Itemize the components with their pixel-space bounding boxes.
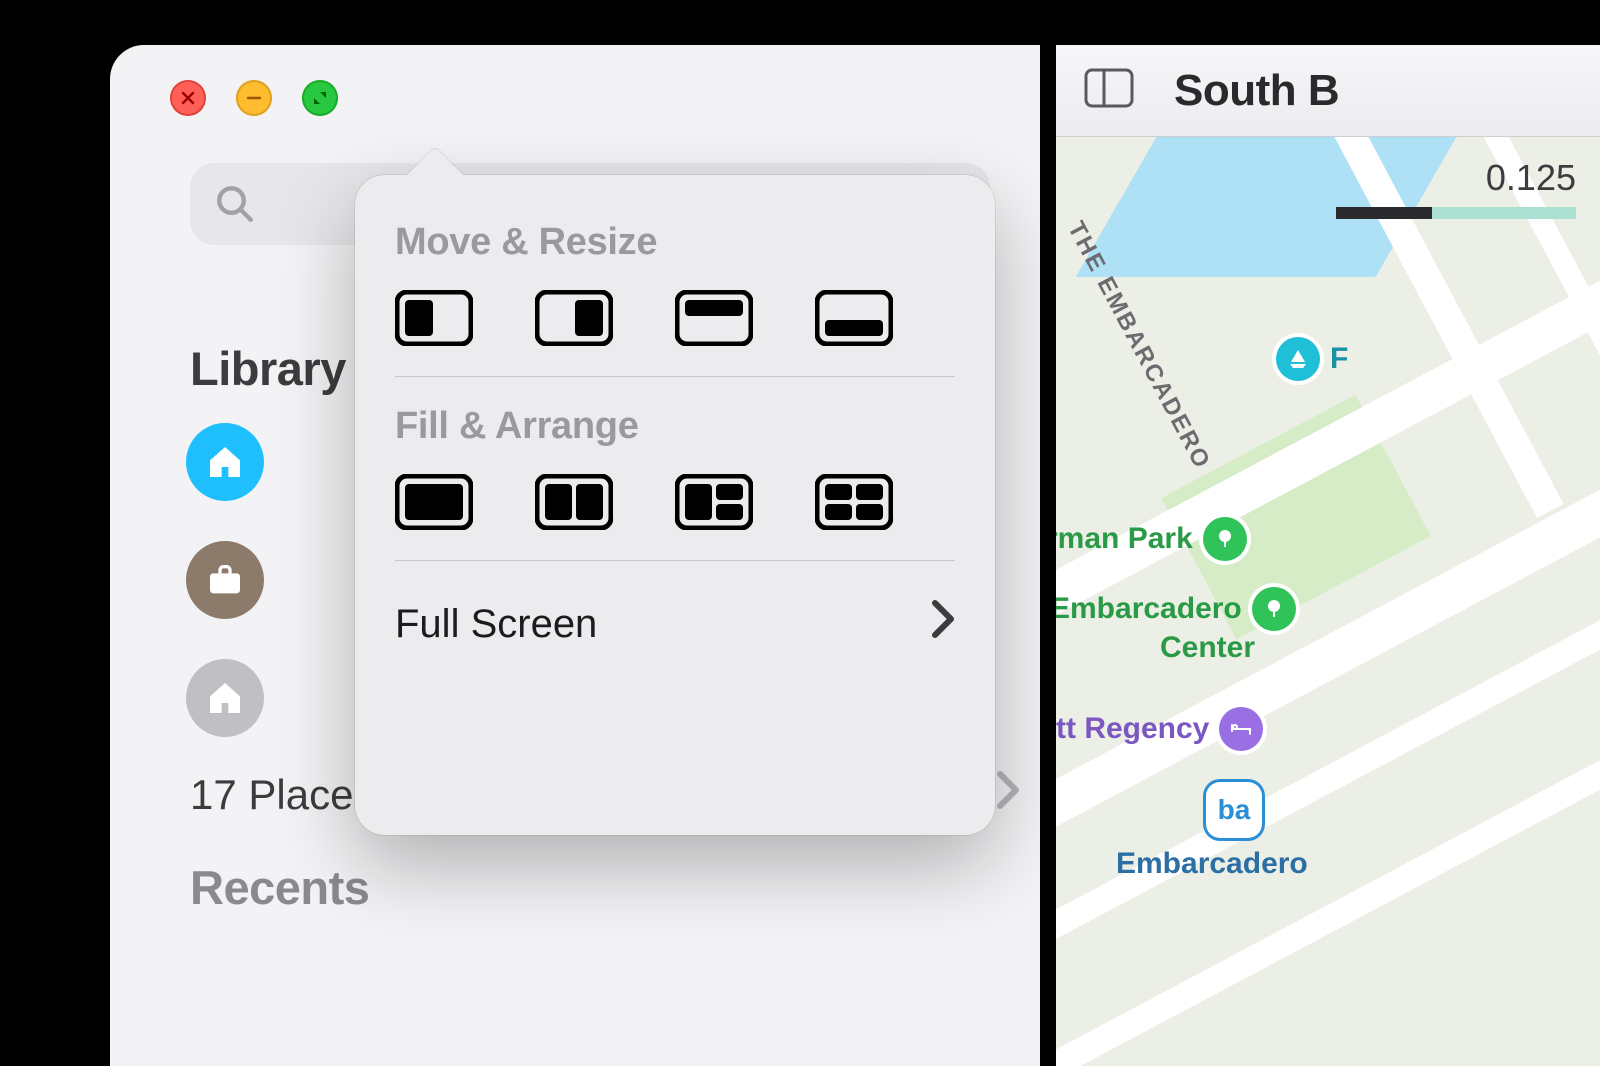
scale-value: 0.125 [1336,157,1576,199]
fill-arrange-row [395,474,955,530]
chevron-right-icon [996,770,1020,820]
poi-label: Embarcadero [1056,592,1242,626]
window-zoom-button[interactable] [302,80,338,116]
home-icon [205,442,245,482]
bed-icon [1219,707,1263,751]
scale-bar [1336,207,1576,219]
maps-sidebar-window: Library 17 Places · 1 Guide · 0 Routes R… [110,45,1040,1066]
tile-left-half-icon [395,290,473,346]
tile-right-half-icon [535,290,613,346]
tile-top-half-icon [675,290,753,346]
poi-marina[interactable]: F [1276,337,1348,381]
close-icon [179,89,197,107]
search-icon [214,183,256,225]
map-canvas[interactable]: THE EMBARCADERO 0.125 F rman Park Embarc… [1056,137,1600,1066]
tile-four-up-button[interactable] [815,474,893,530]
tree-icon [1203,517,1247,561]
tile-two-up-icon [535,474,613,530]
tile-three-up-icon [675,474,753,530]
tile-left-half-button[interactable] [395,290,473,346]
sidebar-icon [1084,68,1134,108]
tile-fill-button[interactable] [395,474,473,530]
window-tiling-popover: Move & Resize Fill & Arrange [355,175,995,835]
tile-bottom-half-button[interactable] [815,290,893,346]
tile-three-up-button[interactable] [675,474,753,530]
library-pins [186,423,264,737]
bart-station-badge[interactable]: ba [1206,782,1262,838]
tile-top-half-button[interactable] [675,290,753,346]
zoom-icon [311,89,329,107]
popover-divider-2 [395,560,955,561]
toggle-sidebar-button[interactable] [1084,68,1134,113]
move-resize-heading: Move & Resize [395,221,955,264]
building-icon [205,678,245,718]
poi-hyatt-regency[interactable]: tt Regency [1056,707,1263,751]
full-screen-row[interactable]: Full Screen [395,589,955,649]
maps-main-window: South B THE EMBARCADERO 0.125 F rman Pa [1056,45,1600,1066]
minimize-icon [245,89,263,107]
pin-school[interactable] [186,659,264,737]
poi-embarcadero-center[interactable]: Embarcadero Center [1056,587,1296,665]
window-minimize-button[interactable] [236,80,272,116]
library-heading: Library [190,341,346,396]
tile-bottom-half-icon [815,290,893,346]
map-scale: 0.125 [1336,157,1576,219]
chevron-right-icon [931,599,955,649]
pin-home[interactable] [186,423,264,501]
recents-heading: Recents [190,860,369,915]
traffic-lights [170,80,338,116]
window-close-button[interactable] [170,80,206,116]
bart-station-label: Embarcadero [1116,847,1308,881]
tile-four-up-icon [815,474,893,530]
tile-two-up-button[interactable] [535,474,613,530]
sailboat-icon [1276,337,1320,381]
poi-label: F [1330,342,1348,376]
poi-label: Center [1160,631,1255,665]
tile-fill-icon [395,474,473,530]
poi-label: tt Regency [1056,712,1209,746]
poi-label: rman Park [1056,522,1193,556]
tree-icon [1252,587,1296,631]
tile-right-half-button[interactable] [535,290,613,346]
pin-work[interactable] [186,541,264,619]
bart-logo: ba [1218,794,1251,826]
full-screen-label: Full Screen [395,602,597,647]
popover-divider [395,376,955,377]
fill-arrange-heading: Fill & Arrange [395,405,955,448]
move-resize-row [395,290,955,346]
maps-title: South B [1174,66,1339,116]
maps-toolbar: South B [1056,45,1600,137]
poi-herman-park[interactable]: rman Park [1056,517,1247,561]
briefcase-icon [205,560,245,600]
